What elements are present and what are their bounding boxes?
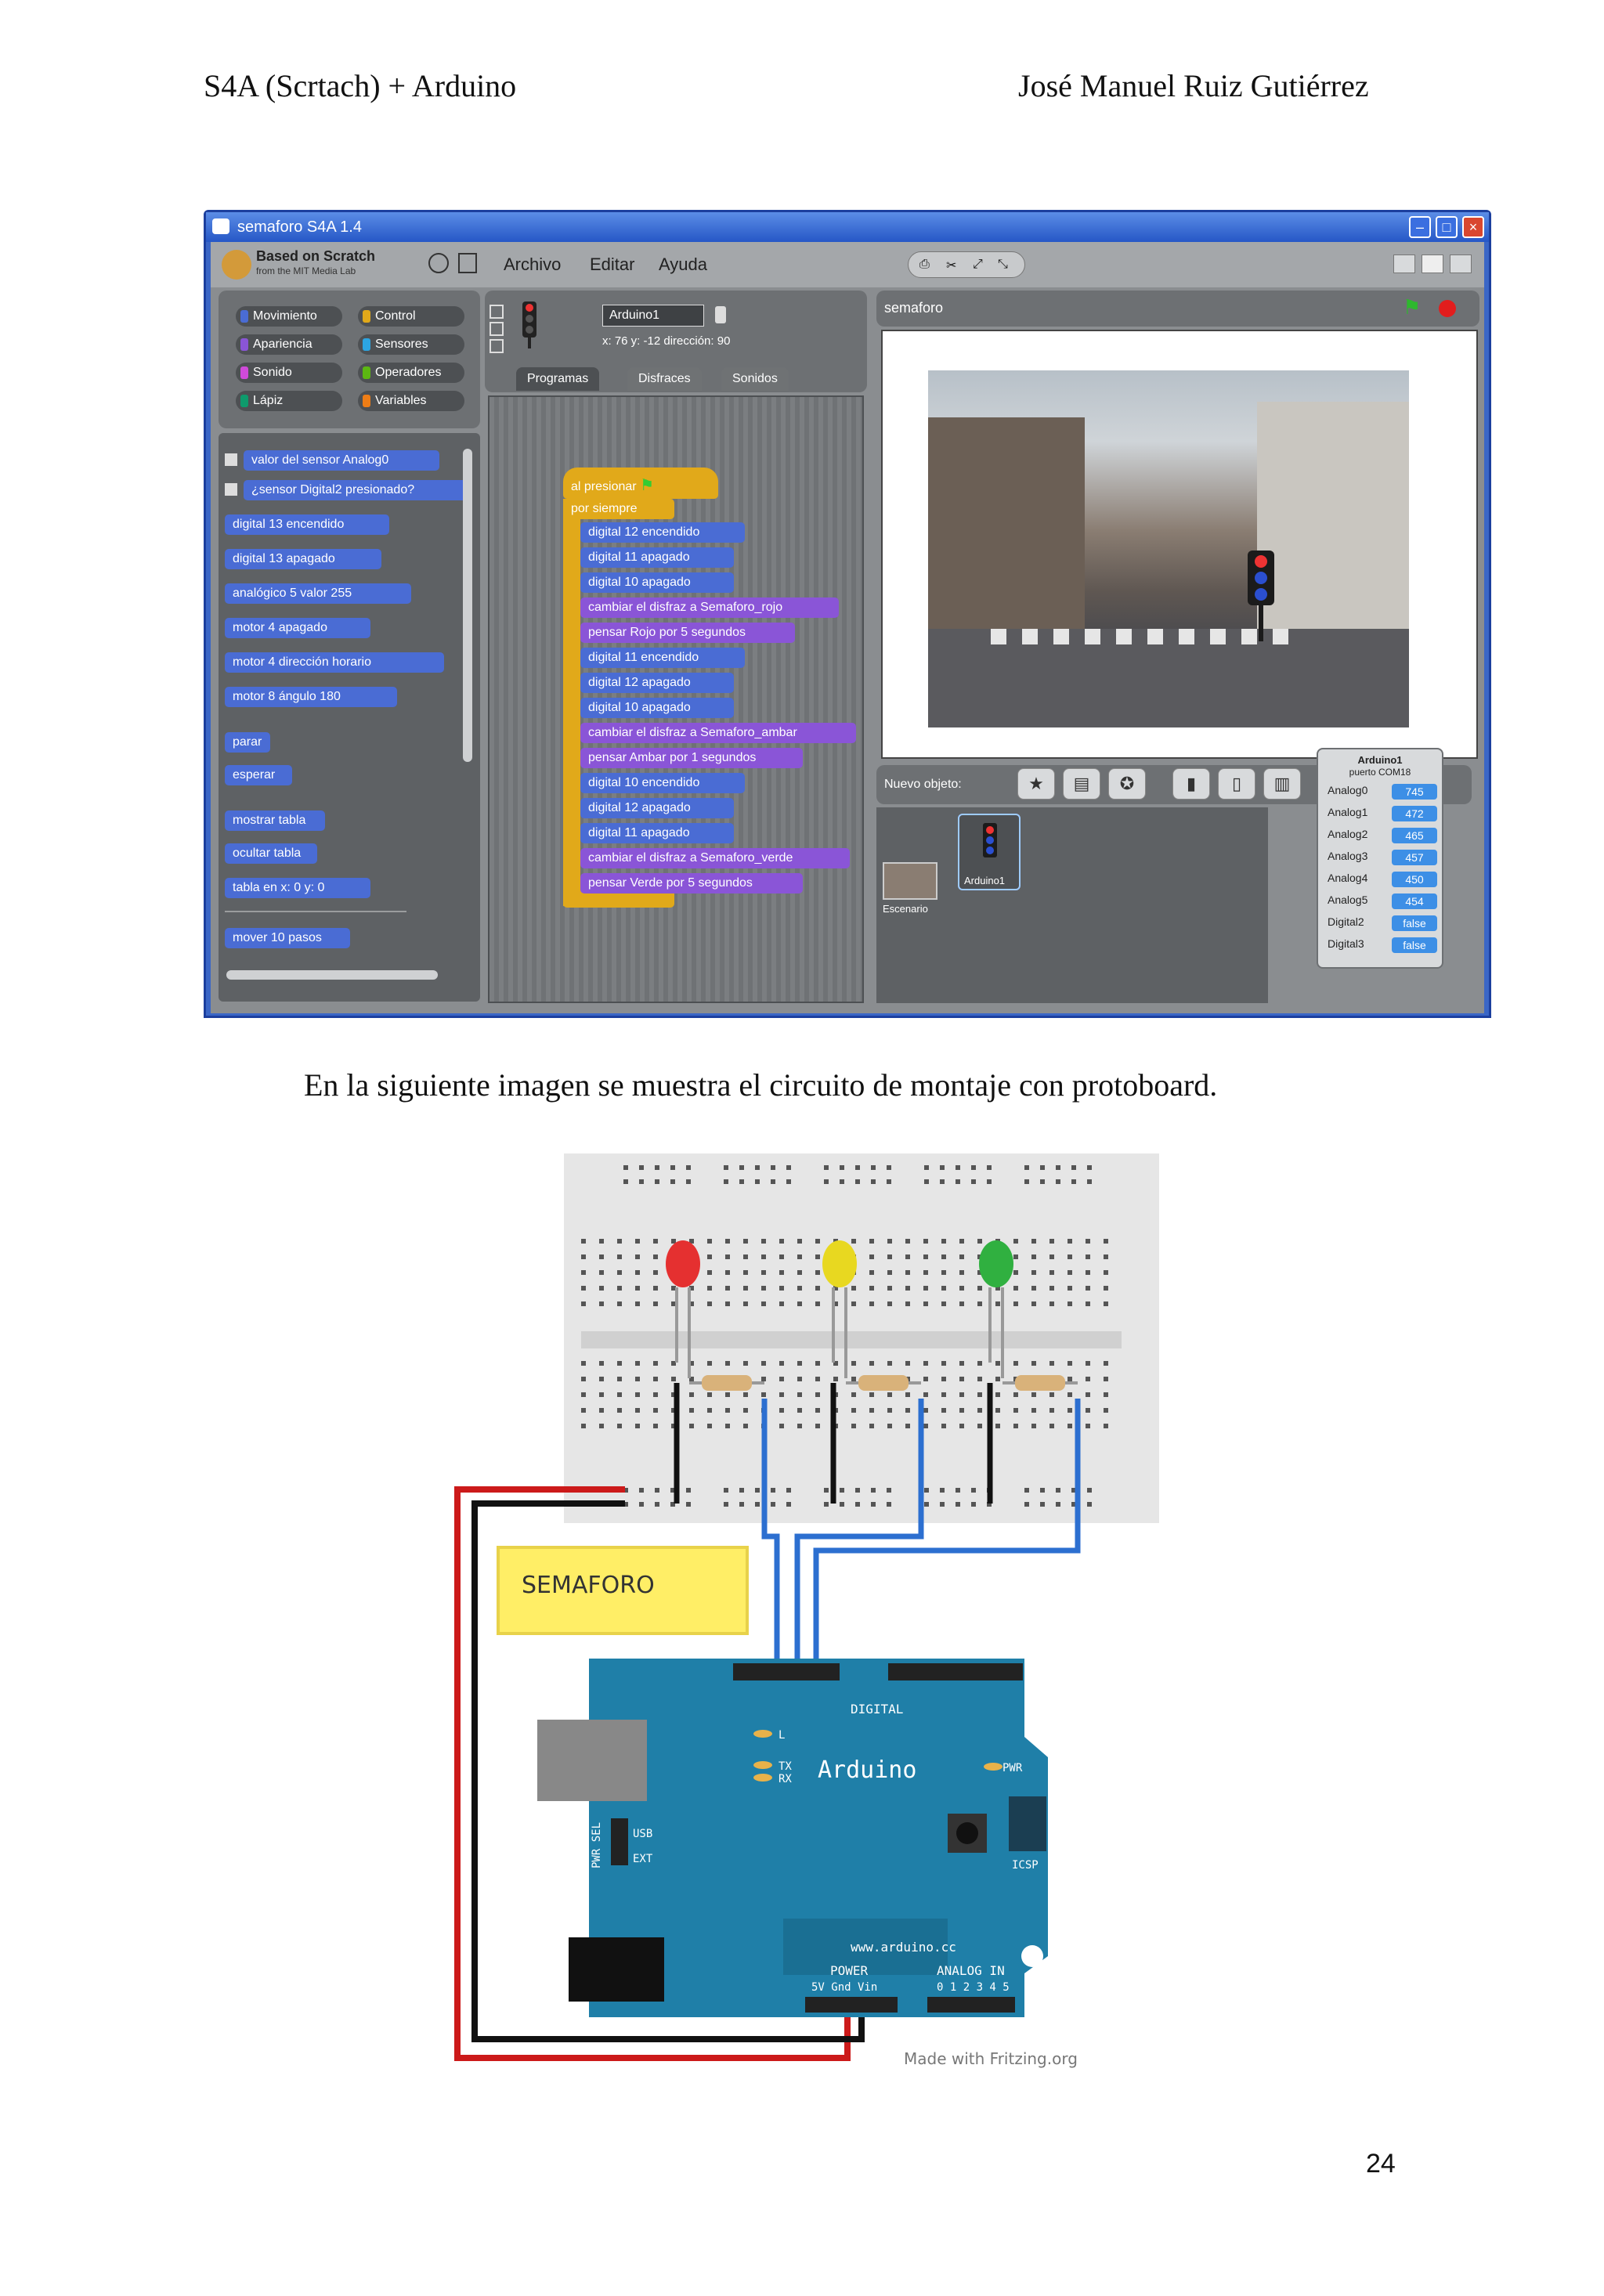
analog-pins-label: 0 1 2 3 4 5 — [937, 1981, 1010, 1994]
led-rx — [753, 1774, 772, 1782]
pwr-sel-label: PWR SEL — [591, 1822, 603, 1868]
ext-label: EXT — [633, 1853, 653, 1865]
pwr-sel-jumper — [611, 1818, 628, 1865]
rx-label: RX — [779, 1773, 792, 1785]
analog-header — [927, 1997, 1015, 2013]
breadboard-center-channel — [581, 1331, 1122, 1348]
icsp-label: ICSP — [1012, 1859, 1039, 1872]
led-l — [753, 1730, 772, 1738]
l-label: L — [779, 1729, 785, 1742]
power-jack — [569, 1937, 664, 2002]
fritzing-credit: Made with Fritzing.org — [904, 2049, 1078, 2068]
page-number: 24 — [1366, 2149, 1396, 2179]
usb-connector — [537, 1720, 647, 1801]
power-pins-label: 5V Gnd Vin — [811, 1981, 877, 1994]
mount-hole — [1021, 1945, 1043, 1967]
power-header — [805, 1997, 898, 2013]
tx-label: TX — [779, 1760, 792, 1773]
reset-button-cap[interactable] — [956, 1822, 978, 1844]
icsp-header — [1009, 1796, 1046, 1851]
led-tx — [753, 1761, 772, 1769]
digital-header-1 — [733, 1663, 840, 1680]
website-label: www.arduino.cc — [851, 1940, 956, 1955]
led-pwr — [984, 1763, 1002, 1771]
pwr-led-label: PWR — [1002, 1762, 1023, 1774]
analog-label: ANALOG IN — [937, 1963, 1005, 1978]
digital-label: DIGITAL — [851, 1702, 903, 1717]
usb-label: USB — [633, 1828, 652, 1840]
note-label: SEMAFORO — [522, 1572, 655, 1599]
circuit-diagram: SEMAFORO Arduino DIGITAL www.arduino.cc … — [454, 1153, 1159, 2068]
digital-header-2 — [888, 1663, 1023, 1680]
power-label: POWER — [830, 1963, 869, 1978]
board-name: Arduino — [818, 1756, 916, 1784]
